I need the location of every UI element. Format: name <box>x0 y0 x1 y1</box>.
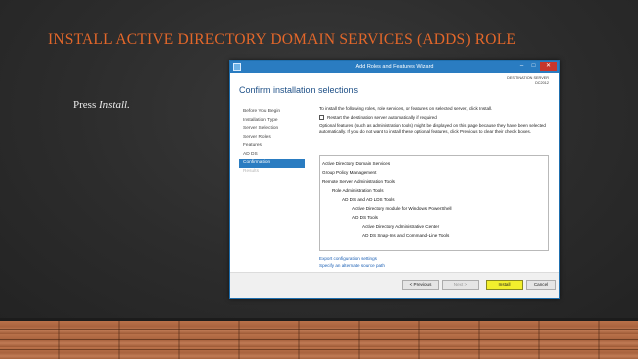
page-title: Confirm installation selections <box>239 85 359 95</box>
list-item: Group Policy Management <box>322 170 377 175</box>
restart-label: Restart the destination server automatic… <box>327 115 437 120</box>
export-settings-link[interactable]: Export configuration settings <box>319 256 385 263</box>
window-titlebar[interactable]: Add Roles and Features Wizard – □ ✕ <box>230 61 559 73</box>
step-features[interactable]: Features <box>239 142 305 151</box>
list-item: Active Directory module for Windows Powe… <box>352 206 452 211</box>
step-results: Results <box>243 168 259 174</box>
step-before-you-begin[interactable]: Before You Begin <box>239 108 305 117</box>
step-server-roles[interactable]: Server Roles <box>239 134 305 143</box>
wizard-steps-nav: Before You Begin Installation Type Serve… <box>239 108 305 176</box>
optional-features-note: Optional features (such as administratio… <box>319 123 546 135</box>
step-ad-ds[interactable]: AD DS <box>239 151 305 160</box>
intro-text: To install the following roles, role ser… <box>319 106 493 111</box>
wizard-header: Confirm installation selections DESTINAT… <box>230 73 559 99</box>
close-button[interactable]: ✕ <box>540 62 557 71</box>
window-title: Add Roles and Features Wizard <box>355 64 434 70</box>
maximize-button[interactable]: □ <box>528 62 539 71</box>
list-item: Remote Server Administration Tools <box>322 179 395 184</box>
step-installation-type[interactable]: Installation Type <box>239 117 305 126</box>
add-roles-wizard-window: Add Roles and Features Wizard – □ ✕ Conf… <box>229 60 560 299</box>
instruction-emphasis: Install. <box>98 99 130 111</box>
next-button[interactable]: Next > <box>442 280 479 290</box>
wizard-footer: < Previous Next > Install Cancel <box>230 272 559 298</box>
slide-title: INSTALL ACTIVE DIRECTORY DOMAIN SERVICES… <box>48 31 517 48</box>
footer-links: Export configuration settings Specify an… <box>319 256 385 269</box>
list-item: Active Directory Administrative Center <box>362 224 440 229</box>
list-item: AD DS Tools <box>352 215 378 220</box>
list-item: AD DS and AD LDS Tools <box>342 197 395 202</box>
install-button[interactable]: Install <box>486 280 523 290</box>
instruction-text: Press Install. <box>73 99 130 111</box>
alternate-source-link[interactable]: Specify an alternate source path <box>319 263 385 270</box>
destination-server-label: DESTINATION SERVER <box>507 76 549 80</box>
destination-server-name: DC2012 <box>535 81 549 85</box>
restart-option[interactable]: Restart the destination server automatic… <box>319 115 437 120</box>
instruction-prefix: Press <box>73 99 99 111</box>
wood-floor <box>0 318 638 359</box>
list-item: AD DS Snap-Ins and Command-Line Tools <box>362 233 450 238</box>
restart-checkbox[interactable] <box>319 115 324 120</box>
list-item: Role Administration Tools <box>332 188 384 193</box>
confirmation-content: To install the following roles, role ser… <box>319 106 551 134</box>
step-confirmation[interactable]: Confirmation <box>239 159 305 168</box>
list-item: Active Directory Domain Services <box>322 161 391 166</box>
step-server-selection[interactable]: Server Selection <box>239 125 305 134</box>
cancel-button[interactable]: Cancel <box>526 280 556 290</box>
features-list[interactable]: Active Directory Domain Services Group P… <box>319 155 549 251</box>
previous-button[interactable]: < Previous <box>402 280 439 290</box>
minimize-button[interactable]: – <box>516 62 527 71</box>
